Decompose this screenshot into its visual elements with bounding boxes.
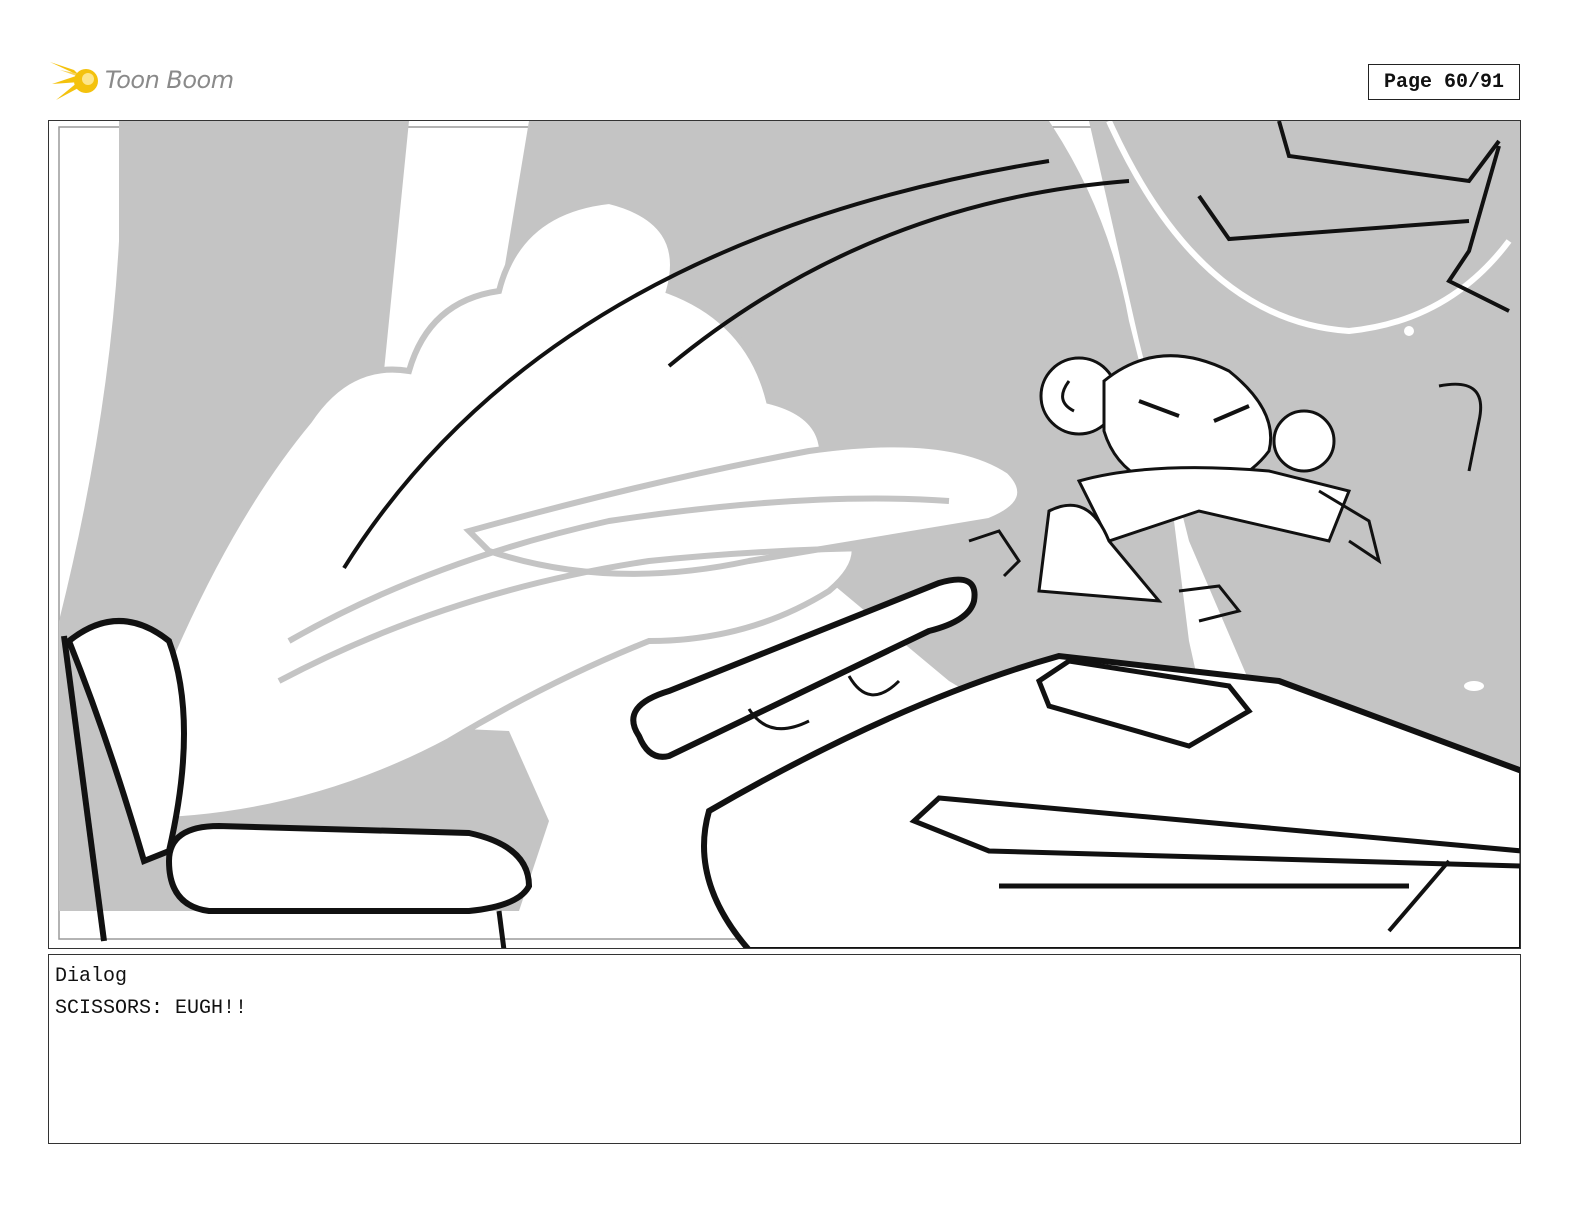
comet-icon (50, 62, 98, 100)
logo-text: Toon Boom (105, 66, 234, 94)
storyboard-panel (48, 120, 1521, 949)
dialog-panel: Dialog SCISSORS: EUGH!! (48, 954, 1521, 1144)
dialog-heading: Dialog (55, 965, 128, 988)
dialog-line: SCISSORS: EUGH!! (55, 997, 248, 1020)
toon-boom-logo: Toon Boom (50, 54, 250, 110)
page-number: Page 60/91 (1368, 64, 1520, 100)
panel-sketch (58, 121, 1520, 948)
